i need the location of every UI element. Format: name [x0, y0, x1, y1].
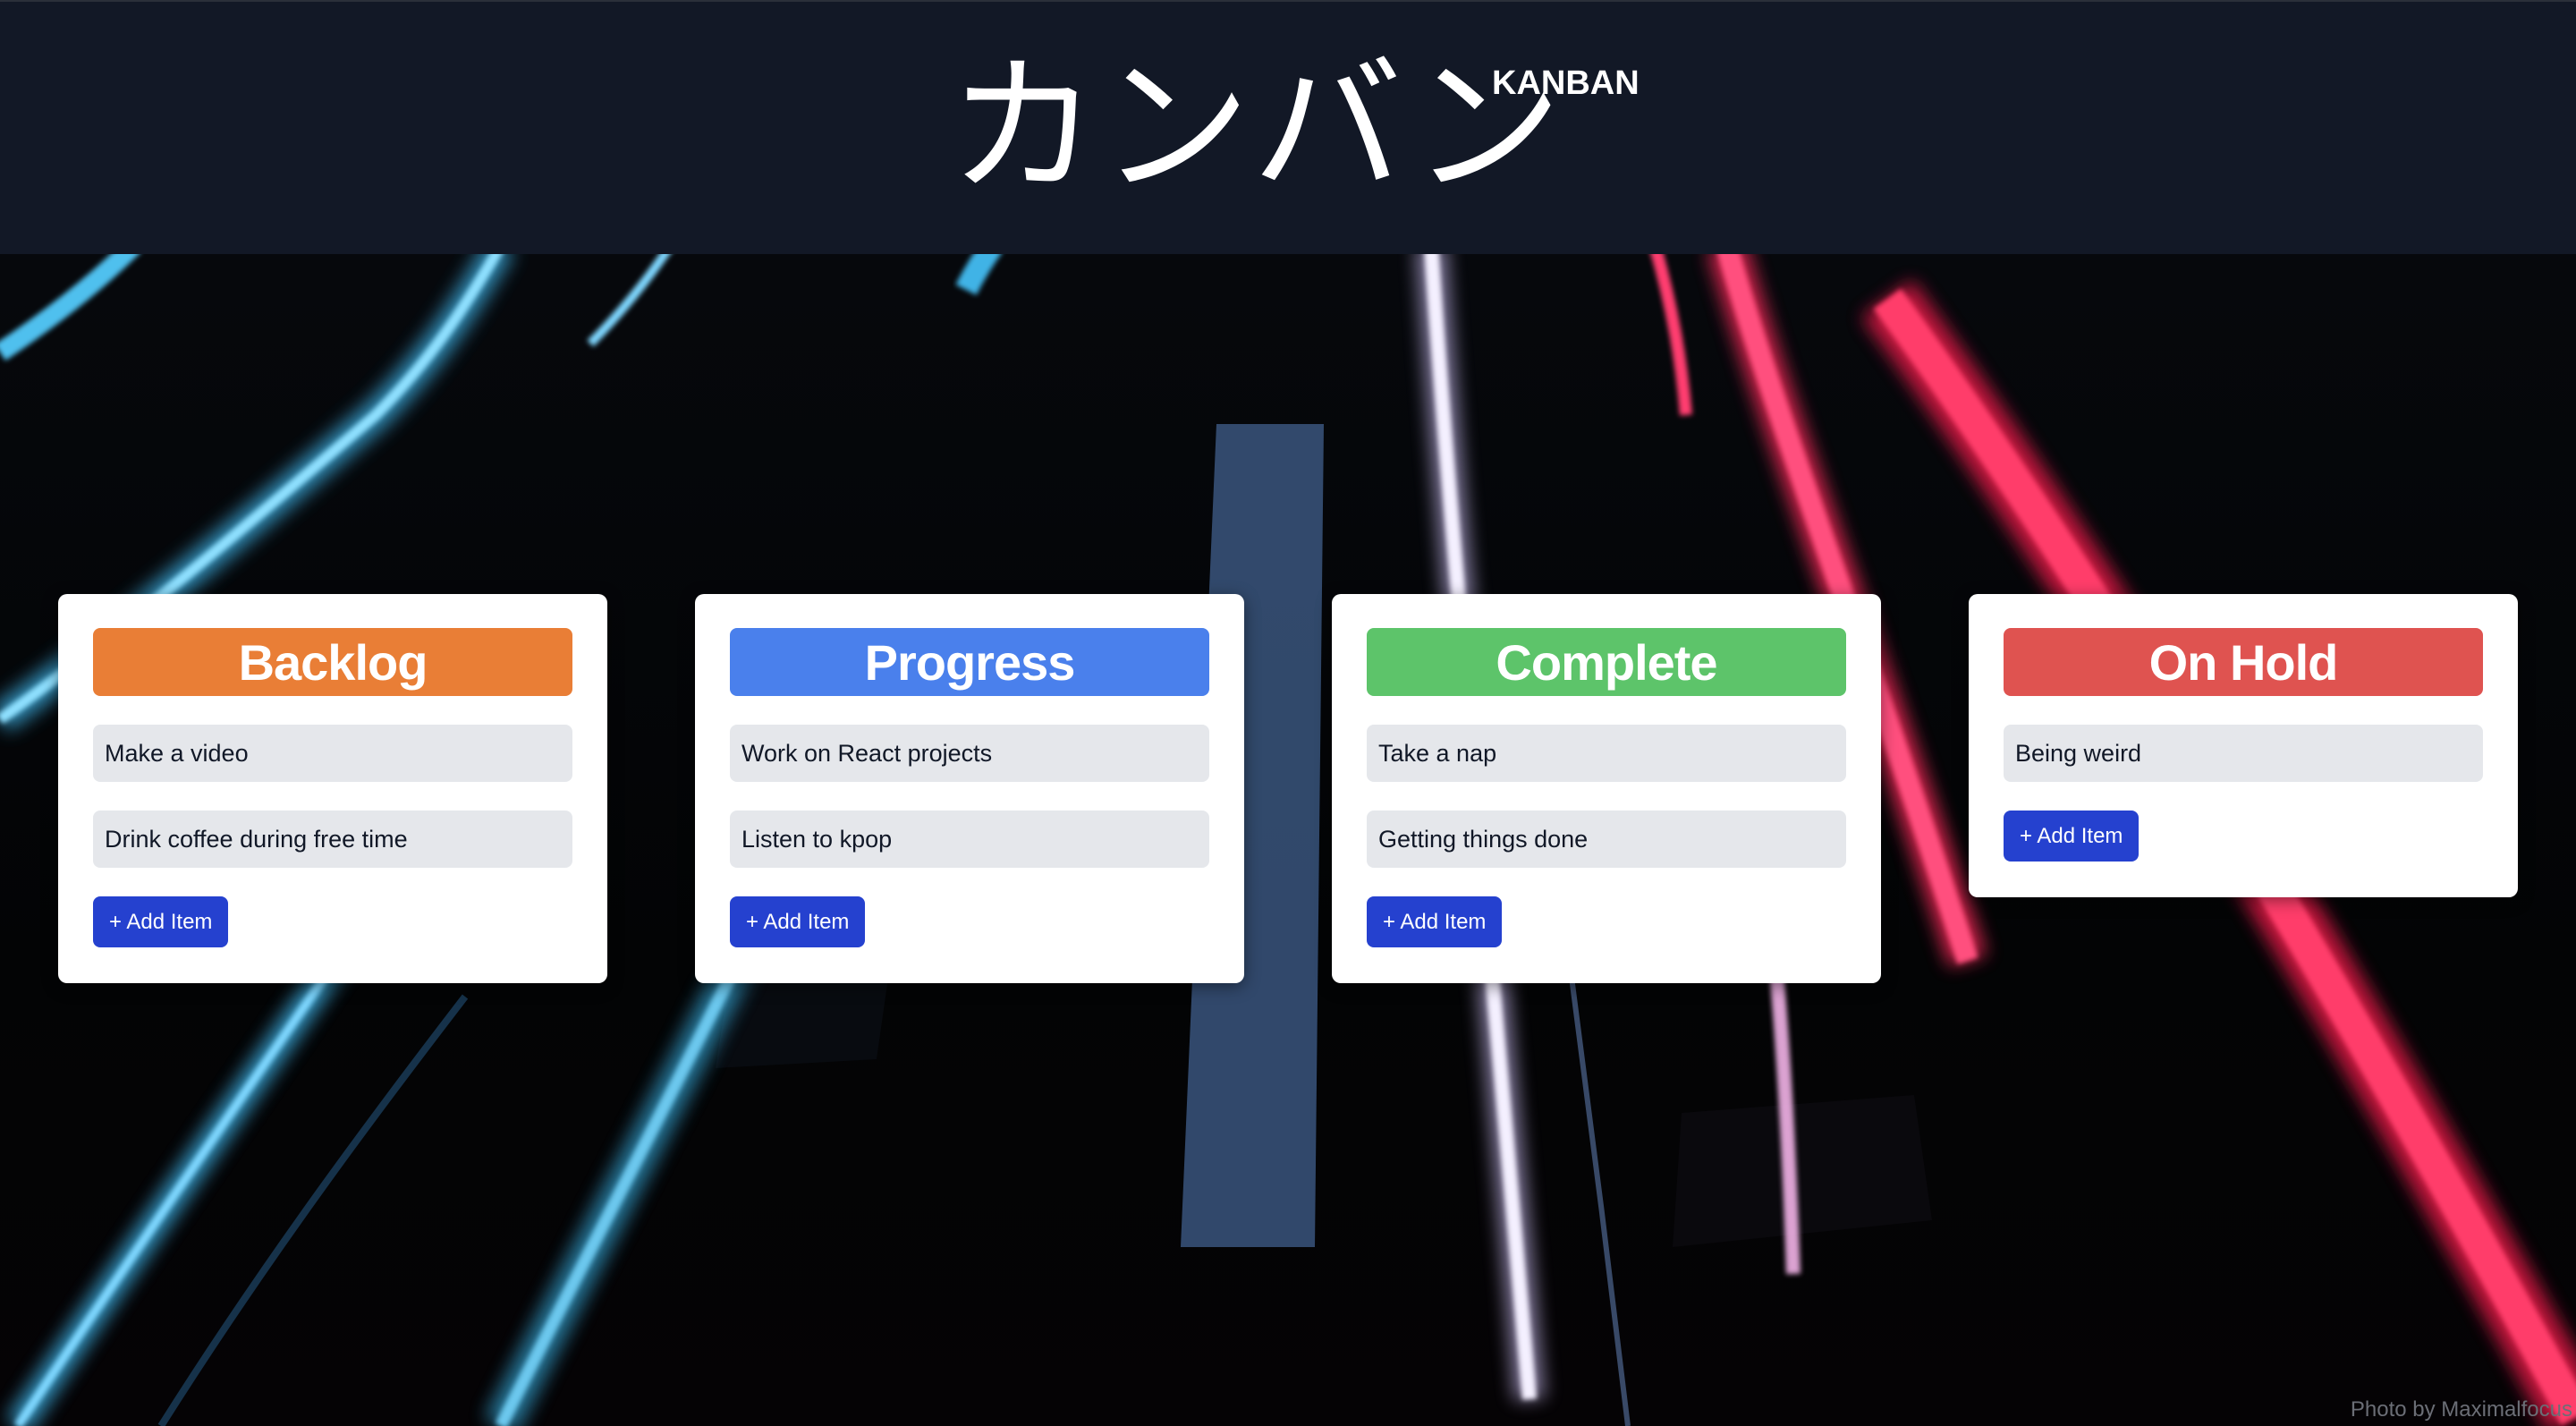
column-header-complete: Complete — [1367, 628, 1846, 696]
add-item-button[interactable]: + Add Item — [1367, 896, 1503, 947]
photo-credit[interactable]: Photo by Maximalfocus — [2351, 1397, 2572, 1422]
column-complete: Complete Take a nap Getting things done … — [1332, 594, 1881, 983]
item-list: Make a video Drink coffee during free ti… — [93, 725, 572, 868]
column-header-backlog: Backlog — [93, 628, 572, 696]
item-list: Take a nap Getting things done — [1367, 725, 1846, 868]
list-item[interactable]: Work on React projects — [730, 725, 1209, 782]
list-item[interactable]: Being weird — [2004, 725, 2483, 782]
item-list: Being weird — [2004, 725, 2483, 782]
list-item[interactable]: Getting things done — [1367, 811, 1846, 868]
add-item-button[interactable]: + Add Item — [2004, 811, 2140, 862]
add-item-button[interactable]: + Add Item — [93, 896, 229, 947]
list-item[interactable]: Listen to kpop — [730, 811, 1209, 868]
list-item[interactable]: Make a video — [93, 725, 572, 782]
column-progress: Progress Work on React projects Listen t… — [695, 594, 1244, 983]
item-list: Work on React projects Listen to kpop — [730, 725, 1209, 868]
list-item[interactable]: Drink coffee during free time — [93, 811, 572, 868]
column-backlog: Backlog Make a video Drink coffee during… — [58, 594, 607, 983]
page-subtitle: KANBAN — [1492, 64, 1640, 102]
list-item[interactable]: Take a nap — [1367, 725, 1846, 782]
column-header-on-hold: On Hold — [2004, 628, 2483, 696]
column-header-progress: Progress — [730, 628, 1209, 696]
column-on-hold: On Hold Being weird + Add Item — [1969, 594, 2518, 897]
add-item-button[interactable]: + Add Item — [730, 896, 866, 947]
app-header: カンバン KANBAN — [0, 0, 2576, 254]
page-title: カンバン — [948, 39, 1564, 215]
board-area: Backlog Make a video Drink coffee during… — [0, 254, 2576, 1426]
